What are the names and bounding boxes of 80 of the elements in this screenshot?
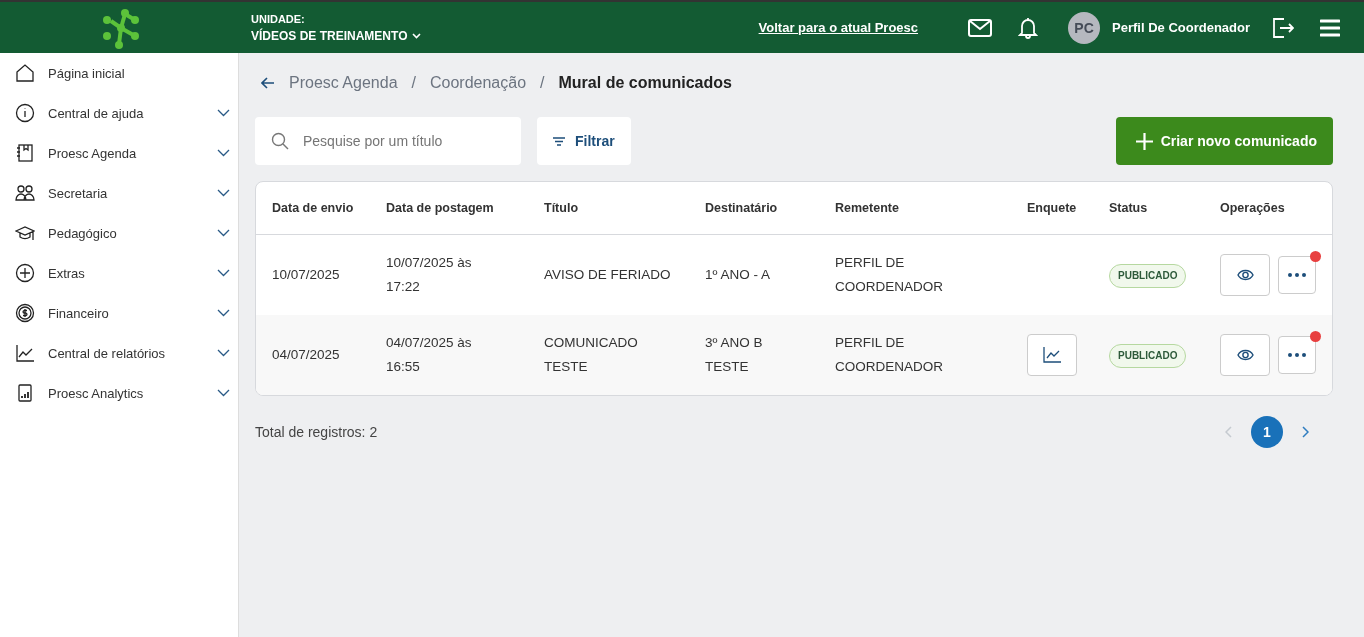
- search-icon: [271, 132, 289, 150]
- bar-chart-icon: [15, 383, 35, 403]
- create-button[interactable]: Criar novo comunicado: [1115, 117, 1333, 165]
- line-chart-icon: [15, 343, 35, 363]
- poll-chart-button[interactable]: [1027, 334, 1077, 376]
- ellipsis-icon: [1288, 273, 1306, 277]
- ellipsis-icon: [1288, 353, 1306, 357]
- chevron-down-icon: [217, 229, 230, 237]
- sidebar-item[interactable]: Central de ajuda: [0, 93, 238, 133]
- eye-icon: [1236, 349, 1254, 361]
- chevron-right-icon[interactable]: [1301, 426, 1309, 438]
- plus-icon: [1135, 132, 1153, 150]
- table-cell-text: PERFIL DE COORDENADOR: [835, 334, 944, 376]
- column-header: Enquete: [1027, 201, 1078, 215]
- back-arrow-icon[interactable]: [261, 77, 275, 89]
- notebook-icon: [15, 143, 35, 163]
- view-button[interactable]: [1220, 254, 1270, 296]
- mail-icon[interactable]: [968, 18, 993, 37]
- sidebar-item[interactable]: Extras: [0, 253, 238, 293]
- plus-circle-icon: [15, 263, 35, 283]
- table-cell-text: 04/07/2025: [272, 346, 341, 364]
- sidebar-item[interactable]: Proesc Agenda: [0, 133, 238, 173]
- column-header: Destinatário: [705, 201, 779, 215]
- dollar-coin-icon: [15, 303, 35, 323]
- breadcrumb-separator: /: [540, 74, 545, 92]
- status-badge: PUBLICADO: [1109, 263, 1187, 288]
- column-header: Data de envio: [272, 201, 355, 215]
- total-records: Total de registros: 2: [255, 424, 378, 440]
- chevron-down-icon: [217, 269, 230, 277]
- column-header: Status: [1109, 201, 1149, 215]
- table-cell-text: 10/07/2025: [272, 266, 341, 284]
- sidebar-item[interactable]: Central de relatórios: [0, 333, 238, 373]
- table-cell-text: 1º ANO - A: [705, 266, 771, 284]
- chevron-down-icon: [217, 189, 230, 197]
- chevron-down-icon: [217, 109, 230, 117]
- filter-icon: [553, 136, 565, 146]
- sidebar-item[interactable]: Secretaria: [0, 173, 238, 213]
- table-cell-text: 10/07/2025 às 17:22: [386, 254, 473, 296]
- caret-icon: [412, 32, 422, 39]
- line-chart-icon: [1043, 347, 1061, 363]
- chevron-down-icon: [217, 349, 230, 357]
- search-field[interactable]: Pesquise por um título: [255, 117, 521, 165]
- column-header: Data de postagem: [386, 201, 495, 215]
- table-cell-text: COMUNICADO TESTE: [544, 334, 639, 376]
- table-cell-text: AVISO DE FERIADO: [544, 266, 672, 284]
- table-cell-text: 3º ANO B TESTE: [705, 334, 764, 376]
- column-header: Remetente: [835, 201, 900, 215]
- breadcrumb-link[interactable]: Proesc Agenda: [289, 74, 398, 92]
- avatar[interactable]: PC: [1068, 11, 1101, 44]
- filter-button[interactable]: Filtrar: [537, 117, 631, 165]
- breadcrumb-current: Mural de comunicados: [558, 74, 732, 92]
- sidebar-item[interactable]: Página inicial: [0, 53, 238, 93]
- unit-label: UNIDADE:: [251, 12, 306, 25]
- status-badge: PUBLICADO: [1109, 343, 1187, 368]
- more-options-button[interactable]: [1278, 256, 1316, 294]
- menu-icon[interactable]: [1320, 18, 1340, 37]
- bell-icon[interactable]: [1018, 15, 1039, 40]
- table-cell-text: 04/07/2025 às 16:55: [386, 334, 473, 376]
- table-cell-text: PERFIL DE COORDENADOR: [835, 254, 944, 296]
- breadcrumb-link[interactable]: Coordenação: [430, 74, 527, 92]
- chevron-down-icon: [217, 149, 230, 157]
- view-button[interactable]: [1220, 334, 1270, 376]
- column-header: Operações: [1220, 201, 1286, 215]
- column-header: Título: [544, 201, 579, 215]
- logout-icon[interactable]: [1272, 17, 1294, 38]
- more-options-button[interactable]: [1278, 336, 1316, 374]
- people-icon: [15, 183, 35, 203]
- sidebar-item[interactable]: Financeiro: [0, 293, 238, 333]
- sidebar-item[interactable]: Proesc Analytics: [0, 373, 238, 413]
- chevron-down-icon: [217, 309, 230, 317]
- eye-icon: [1236, 269, 1254, 281]
- unit-selector[interactable]: VÍDEOS DE TREINAMENTO: [251, 28, 422, 43]
- sidebar-item[interactable]: Pedagógico: [0, 213, 238, 253]
- breadcrumb-separator: /: [411, 74, 416, 92]
- page-button[interactable]: 1: [1251, 416, 1283, 448]
- back-link[interactable]: Voltar para o atual Proesc: [758, 20, 919, 35]
- home-icon: [15, 63, 35, 83]
- profile-name: Perfil De Coordenador: [1112, 20, 1250, 35]
- info-icon: [15, 103, 35, 123]
- chevron-down-icon: [217, 389, 230, 397]
